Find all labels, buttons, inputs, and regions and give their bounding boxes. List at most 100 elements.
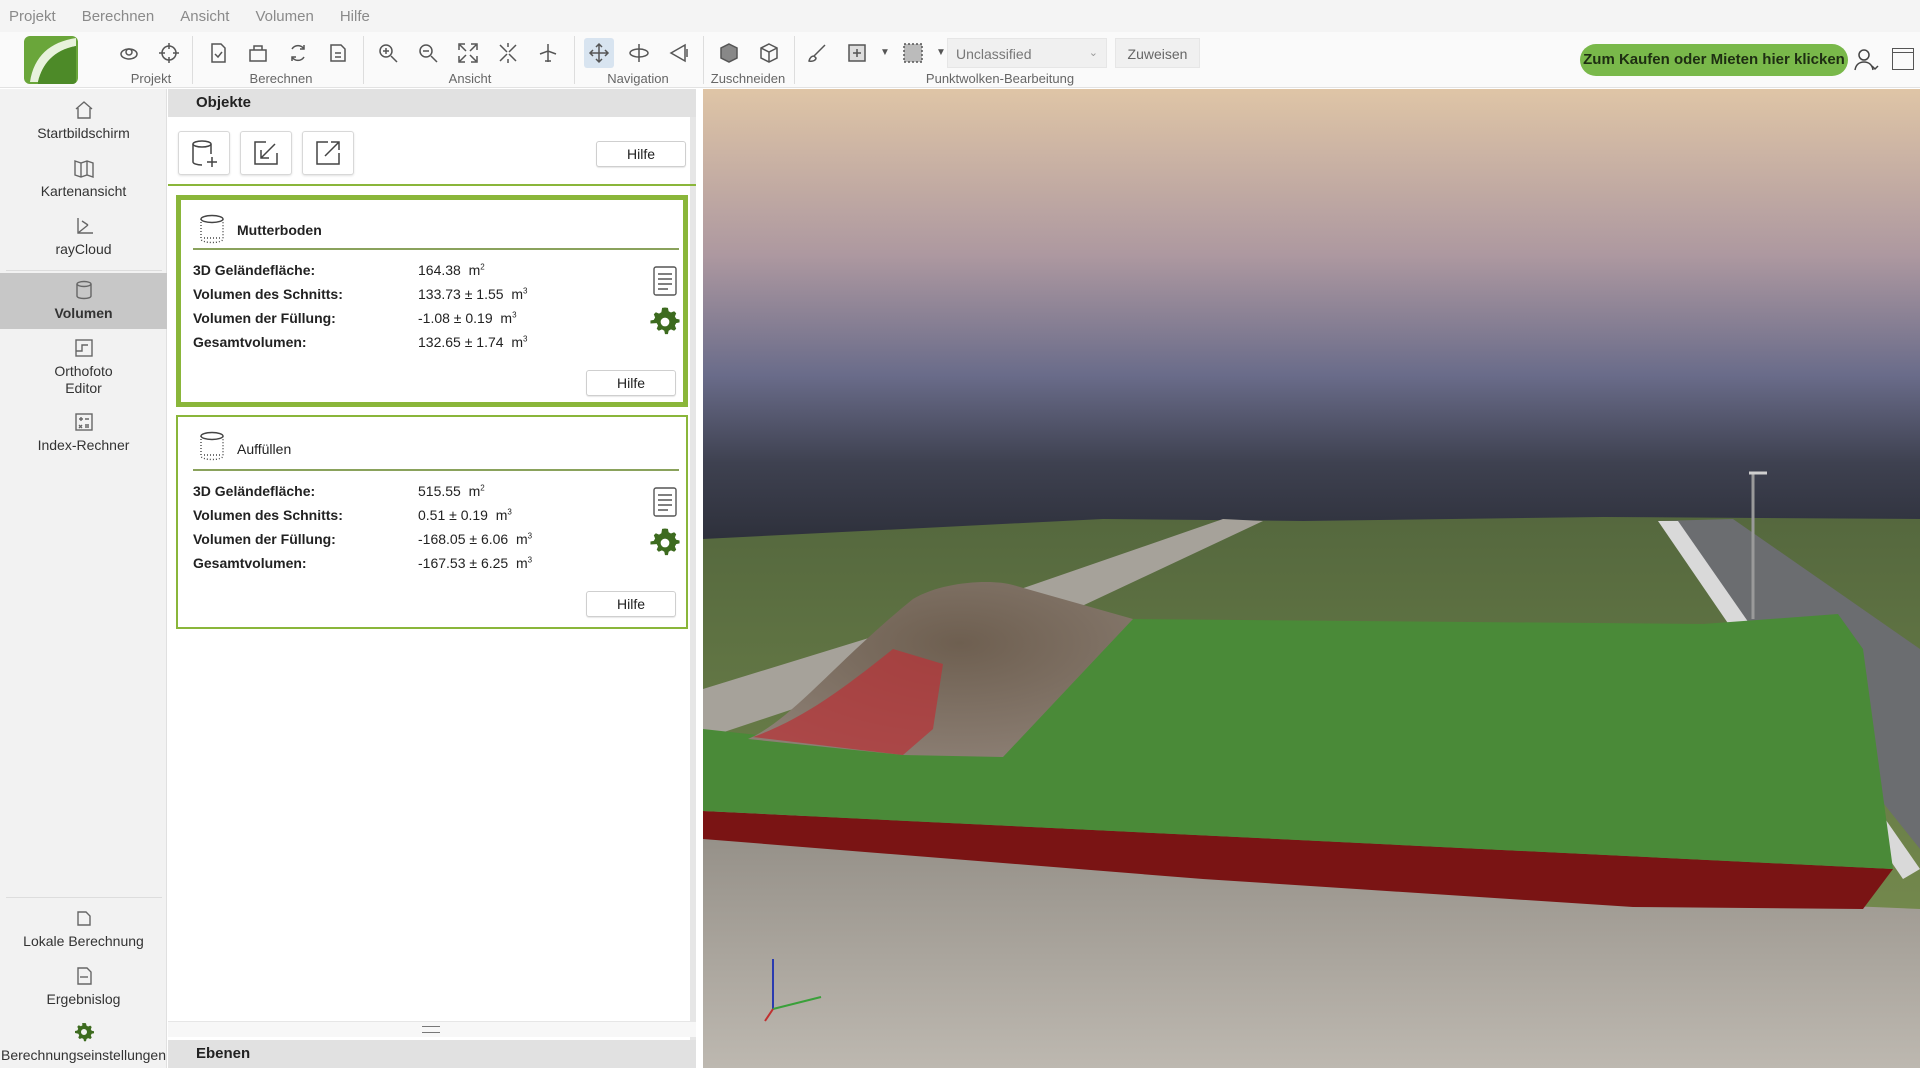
sidebar-item-orthofoto-editor[interactable]: Orthofoto Editor [0, 337, 167, 403]
group-label-ansicht: Ansicht [448, 71, 492, 86]
export-icon [316, 141, 340, 165]
zoom-selection-icon[interactable] [493, 38, 523, 68]
fill-volume-label: Volumen der Füllung: [193, 310, 336, 326]
window-toggle-icon[interactable] [1892, 48, 1914, 70]
total-volume-label: Gesamtvolumen: [193, 555, 307, 571]
brush-icon[interactable] [802, 38, 832, 68]
chevron-down-icon[interactable]: ▼ [880, 47, 890, 58]
sidebar-item-index-rechner[interactable]: Index-Rechner [0, 411, 167, 463]
report-icon[interactable] [649, 485, 681, 517]
home-icon [75, 101, 92, 119]
selection-add-icon[interactable] [842, 38, 872, 68]
volume-name[interactable]: Auffüllen [237, 441, 291, 457]
menu-berechnen[interactable]: Berechnen [82, 8, 155, 25]
terrain-area-value: 515.55 m2 [418, 483, 485, 499]
sidebar-item-kartenansicht[interactable]: Kartenansicht [0, 157, 167, 209]
log-icon [76, 967, 92, 985]
navigation-orbit-icon[interactable] [624, 38, 654, 68]
3d-viewport[interactable] [703, 89, 1920, 1068]
crop-box-icon[interactable] [714, 38, 744, 68]
crop-edit-icon[interactable] [754, 38, 784, 68]
process-file-icon[interactable] [203, 38, 233, 68]
menu-bar: Projekt Berechnen Ansicht Volumen Hilfe [0, 0, 1920, 32]
point-selection-icon[interactable] [898, 38, 928, 68]
rerun-icon[interactable] [283, 38, 313, 68]
gear-icon [74, 1023, 94, 1042]
fill-volume-value: -1.08 ± 0.19 m3 [418, 310, 517, 326]
volume-name[interactable]: Mutterboden [237, 222, 322, 238]
map-icon [73, 160, 94, 178]
import-icon [254, 141, 278, 165]
group-label-punktwolken: Punktwolken-Bearbeitung [925, 71, 1075, 86]
fill-volume-value: -168.05 ± 6.06 m3 [418, 531, 533, 547]
volume-icon [200, 214, 224, 244]
group-label-berechnen: Berechnen [249, 71, 313, 86]
export-volume-button[interactable] [302, 131, 354, 175]
group-label-zuschneiden: Zuschneiden [710, 71, 786, 86]
zoom-in-icon[interactable] [373, 38, 403, 68]
volume-icon [75, 280, 92, 300]
objects-section-header[interactable]: Objekte [168, 89, 696, 117]
sidebar-item-volumen[interactable]: Volumen [0, 273, 167, 329]
sidebar-item-startbildschirm[interactable]: Startbildschirm [0, 99, 167, 151]
import-volume-button[interactable] [240, 131, 292, 175]
app-logo [24, 36, 78, 84]
sidebar-item-raycloud[interactable]: rayCloud [0, 215, 167, 267]
group-label-navigation: Navigation [607, 71, 669, 86]
chevron-down-icon[interactable]: ▼ [936, 47, 946, 58]
classification-select[interactable]: Unclassified ⌄ [947, 38, 1107, 68]
volume-help-button[interactable]: Hilfe [586, 591, 676, 617]
buy-rent-button[interactable]: Zum Kaufen oder Mieten hier klicken [1580, 44, 1848, 76]
calculator-icon [74, 413, 93, 431]
report-icon[interactable] [649, 264, 681, 296]
new-volume-button[interactable] [178, 131, 230, 175]
objects-help-button[interactable]: Hilfe [596, 141, 686, 167]
total-volume-value: 132.65 ± 1.74 m3 [418, 334, 528, 350]
cut-volume-value: 0.51 ± 0.19 m3 [418, 507, 512, 523]
process-box-icon[interactable] [243, 38, 273, 68]
gear-icon[interactable] [649, 306, 681, 338]
menu-hilfe[interactable]: Hilfe [340, 8, 370, 25]
cut-volume-value: 133.73 ± 1.55 m3 [418, 286, 528, 302]
menu-ansicht[interactable]: Ansicht [180, 8, 229, 25]
navigation-pan-icon[interactable] [584, 38, 614, 68]
assign-button[interactable]: Zuweisen [1115, 38, 1200, 68]
layers-section-header[interactable]: Ebenen [168, 1040, 696, 1068]
toolbar: Projekt Berechnen Ansicht Navigation Zus… [0, 32, 1920, 88]
sidebar-item-lokale-berechnung[interactable]: Lokale Berechnung [0, 907, 167, 959]
menu-projekt[interactable]: Projekt [9, 8, 56, 25]
group-label-projekt: Projekt [130, 71, 172, 86]
terrain-area-value: 164.38 m2 [418, 262, 485, 278]
user-account-icon[interactable] [1852, 46, 1880, 74]
gear-icon[interactable] [649, 527, 681, 559]
add-volume-icon [192, 140, 217, 167]
zoom-extent-icon[interactable] [453, 38, 483, 68]
total-volume-label: Gesamtvolumen: [193, 334, 307, 350]
terrain-area-label: 3D Geländefläche: [193, 483, 316, 499]
orthophoto-icon [74, 339, 93, 357]
menu-volumen[interactable]: Volumen [255, 8, 313, 25]
raycloud-icon [76, 218, 93, 234]
sidebar-item-berechnungseinstellungen[interactable]: Berechnungseinstellungen [0, 1021, 167, 1068]
terrain-area-label: 3D Geländefläche: [193, 262, 316, 278]
chevron-down-icon: ⌄ [1088, 47, 1098, 59]
volume-card-auffuellen[interactable]: Auffüllen 3D Geländefläche: 515.55 m2 Vo… [176, 415, 688, 629]
processing-options-icon[interactable] [323, 38, 353, 68]
fly-mode-icon[interactable] [533, 38, 563, 68]
sidebar: Startbildschirm Kartenansicht rayCloud V… [0, 89, 167, 1068]
volume-icon [200, 431, 224, 461]
open-project-icon[interactable] [114, 38, 144, 68]
cut-volume-label: Volumen des Schnitts: [193, 286, 343, 302]
local-processing-icon [76, 911, 91, 926]
volume-card-mutterboden[interactable]: Mutterboden 3D Geländefläche: 164.38 m2 … [176, 195, 688, 407]
objects-panel: Objekte Hilfe Mutterboden 3D Geländefläc… [168, 89, 696, 1068]
zoom-out-icon[interactable] [413, 38, 443, 68]
gcp-manager-icon[interactable] [154, 38, 184, 68]
fill-volume-label: Volumen der Füllung: [193, 531, 336, 547]
navigation-view-icon[interactable] [664, 38, 694, 68]
sidebar-item-ergebnislog[interactable]: Ergebnislog [0, 965, 167, 1017]
volume-help-button[interactable]: Hilfe [586, 370, 676, 396]
total-volume-value: -167.53 ± 6.25 m3 [418, 555, 533, 571]
panel-splitter[interactable] [168, 1021, 696, 1037]
cut-volume-label: Volumen des Schnitts: [193, 507, 343, 523]
